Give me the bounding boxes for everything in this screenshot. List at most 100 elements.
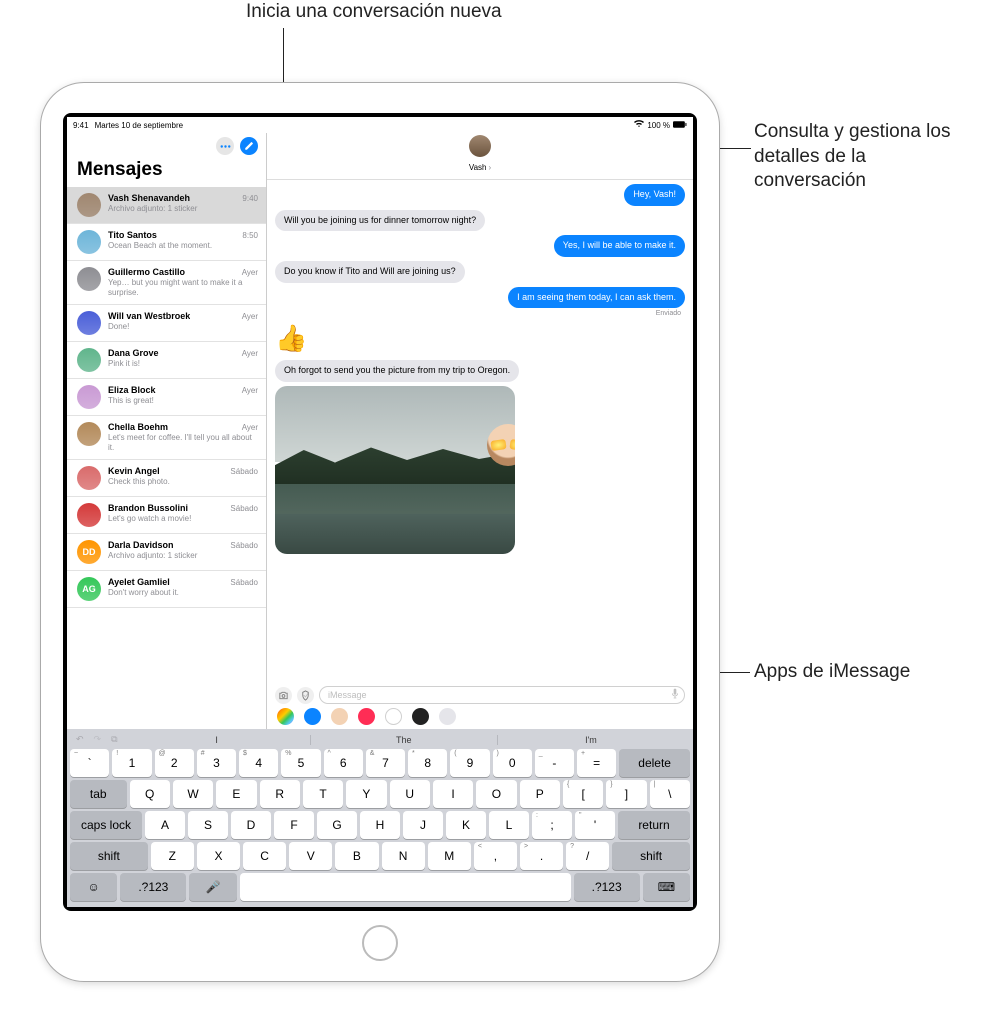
key-n[interactable]: N bbox=[382, 842, 425, 870]
redo-button[interactable]: ↷ bbox=[94, 734, 102, 745]
key-q[interactable]: Q bbox=[130, 780, 170, 808]
conversation-row[interactable]: Brandon BussoliniSábadoLet's go watch a … bbox=[67, 497, 266, 534]
undo-button[interactable]: ↶ bbox=[76, 734, 84, 745]
key-g[interactable]: G bbox=[317, 811, 357, 839]
key--[interactable]: _- bbox=[535, 749, 574, 777]
avatar: DD bbox=[77, 540, 101, 564]
photo-attachment[interactable] bbox=[275, 386, 515, 554]
key-return[interactable]: return bbox=[618, 811, 690, 839]
key-,[interactable]: <, bbox=[474, 842, 517, 870]
message-bubble-in[interactable]: Oh forgot to send you the picture from m… bbox=[275, 360, 519, 382]
conversation-row[interactable]: Dana GroveAyerPink it is! bbox=[67, 342, 266, 379]
conversation-row[interactable]: Eliza BlockAyerThis is great! bbox=[67, 379, 266, 416]
memoji-app[interactable] bbox=[331, 708, 348, 725]
key-\[interactable]: |\ bbox=[650, 780, 690, 808]
message-input[interactable]: iMessage bbox=[319, 686, 685, 704]
key-o[interactable]: O bbox=[476, 780, 516, 808]
conversation-row[interactable]: Kevin AngelSábadoCheck this photo. bbox=[67, 460, 266, 497]
key-k[interactable]: K bbox=[446, 811, 486, 839]
key-][interactable]: }] bbox=[606, 780, 646, 808]
key-6[interactable]: ^6 bbox=[324, 749, 363, 777]
key-.[interactable]: >. bbox=[520, 842, 563, 870]
photos-app[interactable] bbox=[277, 708, 294, 725]
key-=[interactable]: += bbox=[577, 749, 616, 777]
message-bubble-in[interactable]: Do you know if Tito and Will are joining… bbox=[275, 261, 465, 283]
key-;[interactable]: :; bbox=[532, 811, 572, 839]
keyboard[interactable]: ↶ ↷ ⧉ I The I'm ~`!1@2#3$4%5^6&7*8(9)0_-… bbox=[67, 729, 693, 907]
conversation-row[interactable]: Vash Shenavandeh9:40Archivo adjunto: 1 s… bbox=[67, 187, 266, 224]
key-v[interactable]: V bbox=[289, 842, 332, 870]
message-bubble-out[interactable]: I am seeing them today, I can ask them. bbox=[508, 287, 685, 309]
key-[[interactable]: {[ bbox=[563, 780, 603, 808]
key-[interactable] bbox=[240, 873, 571, 901]
more-apps[interactable] bbox=[439, 708, 456, 725]
conversation-row[interactable]: Guillermo CastilloAyerYep… but you might… bbox=[67, 261, 266, 305]
key-c[interactable]: C bbox=[243, 842, 286, 870]
conversation-header[interactable]: Vash › bbox=[267, 133, 693, 180]
key-e[interactable]: E bbox=[216, 780, 256, 808]
digital-touch[interactable] bbox=[412, 708, 429, 725]
key-shift[interactable]: shift bbox=[612, 842, 690, 870]
conversation-row[interactable]: DDDarla DavidsonSábadoArchivo adjunto: 1… bbox=[67, 534, 266, 571]
key-j[interactable]: J bbox=[403, 811, 443, 839]
images-app[interactable] bbox=[358, 708, 375, 725]
key-caps lock[interactable]: caps lock bbox=[70, 811, 142, 839]
key-z[interactable]: Z bbox=[151, 842, 194, 870]
key-t[interactable]: T bbox=[303, 780, 343, 808]
message-bubble-out[interactable]: Hey, Vash! bbox=[624, 184, 685, 206]
key-9[interactable]: (9 bbox=[450, 749, 489, 777]
key-4[interactable]: $4 bbox=[239, 749, 278, 777]
key-1[interactable]: !1 bbox=[112, 749, 151, 777]
app-drawer-button[interactable] bbox=[297, 687, 314, 704]
appstore-app[interactable] bbox=[304, 708, 321, 725]
conversation-row[interactable]: AGAyelet GamlielSábadoDon't worry about … bbox=[67, 571, 266, 608]
key-b[interactable]: B bbox=[335, 842, 378, 870]
key-l[interactable]: L bbox=[489, 811, 529, 839]
key-w[interactable]: W bbox=[173, 780, 213, 808]
music-app[interactable] bbox=[385, 708, 402, 725]
key-p[interactable]: P bbox=[520, 780, 560, 808]
message-bubble-in[interactable]: Will you be joining us for dinner tomorr… bbox=[275, 210, 485, 232]
key-u[interactable]: U bbox=[390, 780, 430, 808]
key-'[interactable]: "' bbox=[575, 811, 615, 839]
key-y[interactable]: Y bbox=[346, 780, 386, 808]
key-/[interactable]: ? / bbox=[566, 842, 609, 870]
key-.?123[interactable]: .?123 bbox=[120, 873, 186, 901]
key-s[interactable]: S bbox=[188, 811, 228, 839]
key-🎤[interactable]: 🎤 bbox=[189, 873, 236, 901]
conversation-row[interactable]: Chella BoehmAyerLet's meet for coffee. I… bbox=[67, 416, 266, 460]
key-shift[interactable]: shift bbox=[70, 842, 148, 870]
sugg-1[interactable]: The bbox=[310, 735, 497, 745]
camera-button[interactable] bbox=[275, 687, 292, 704]
key-f[interactable]: F bbox=[274, 811, 314, 839]
key-x[interactable]: X bbox=[197, 842, 240, 870]
key-.?123[interactable]: .?123 bbox=[574, 873, 640, 901]
sugg-2[interactable]: I'm bbox=[497, 735, 684, 745]
key-5[interactable]: %5 bbox=[281, 749, 320, 777]
compose-button[interactable] bbox=[240, 137, 258, 155]
key-m[interactable]: M bbox=[428, 842, 471, 870]
key-a[interactable]: A bbox=[145, 811, 185, 839]
home-button[interactable] bbox=[362, 925, 398, 961]
more-button[interactable] bbox=[216, 137, 234, 155]
key-2[interactable]: @2 bbox=[155, 749, 194, 777]
key-3[interactable]: #3 bbox=[197, 749, 236, 777]
dictate-button[interactable] bbox=[670, 688, 680, 702]
conversation-row[interactable]: Tito Santos8:50Ocean Beach at the moment… bbox=[67, 224, 266, 261]
conversation-row[interactable]: Will van WestbroekAyerDone! bbox=[67, 305, 266, 342]
key-8[interactable]: *8 bbox=[408, 749, 447, 777]
key-7[interactable]: &7 bbox=[366, 749, 405, 777]
key-h[interactable]: H bbox=[360, 811, 400, 839]
key-d[interactable]: D bbox=[231, 811, 271, 839]
key-delete[interactable]: delete bbox=[619, 749, 690, 777]
message-bubble-out[interactable]: Yes, I will be able to make it. bbox=[554, 235, 685, 257]
clipboard-button[interactable]: ⧉ bbox=[111, 734, 117, 745]
key-r[interactable]: R bbox=[260, 780, 300, 808]
sugg-0[interactable]: I bbox=[124, 735, 310, 745]
key-`[interactable]: ~` bbox=[70, 749, 109, 777]
key-☺[interactable]: ☺ bbox=[70, 873, 117, 901]
key-⌨[interactable]: ⌨ bbox=[643, 873, 690, 901]
key-tab[interactable]: tab bbox=[70, 780, 126, 808]
key-i[interactable]: I bbox=[433, 780, 473, 808]
key-0[interactable]: )0 bbox=[493, 749, 532, 777]
